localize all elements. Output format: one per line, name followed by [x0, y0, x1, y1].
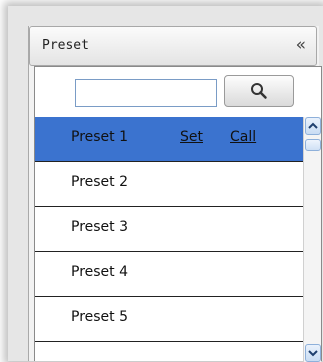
- list-item[interactable]: Preset 2: [35, 162, 303, 207]
- scroll-up-button[interactable]: [305, 117, 321, 135]
- preset-body: Preset 1 Set Call Preset 2 Preset 3 Pres…: [34, 66, 322, 362]
- double-chevron-left-icon[interactable]: «: [296, 35, 306, 55]
- search-button[interactable]: [224, 75, 294, 107]
- preset-list: Preset 1 Set Call Preset 2 Preset 3 Pres…: [35, 117, 303, 362]
- preset-label: Preset 1: [71, 129, 129, 145]
- preset-panel: Preset « Preset 1 Set Call Preset 2 Pres…: [28, 26, 322, 362]
- list-item[interactable]: Preset 4: [35, 252, 303, 297]
- search-icon: [251, 83, 267, 99]
- list-item[interactable]: Preset 3: [35, 207, 303, 252]
- preset-label: Preset 4: [71, 264, 129, 280]
- set-link[interactable]: Set: [180, 129, 203, 145]
- panel-header: Preset «: [29, 26, 317, 66]
- chevron-up-icon: [308, 122, 318, 129]
- panel-title: Preset: [42, 38, 89, 53]
- vertical-scrollbar[interactable]: [303, 117, 321, 362]
- call-link[interactable]: Call: [230, 129, 256, 145]
- preset-label: Preset 2: [71, 174, 129, 190]
- search-input[interactable]: [75, 79, 217, 107]
- list-item[interactable]: Preset 1 Set Call: [35, 117, 303, 162]
- scroll-thumb[interactable]: [305, 139, 321, 151]
- chevron-down-icon: [308, 350, 318, 357]
- scroll-down-button[interactable]: [305, 344, 321, 362]
- preset-label: Preset 3: [71, 219, 129, 235]
- list-item[interactable]: Preset 5: [35, 297, 303, 342]
- preset-label: Preset 5: [71, 309, 129, 325]
